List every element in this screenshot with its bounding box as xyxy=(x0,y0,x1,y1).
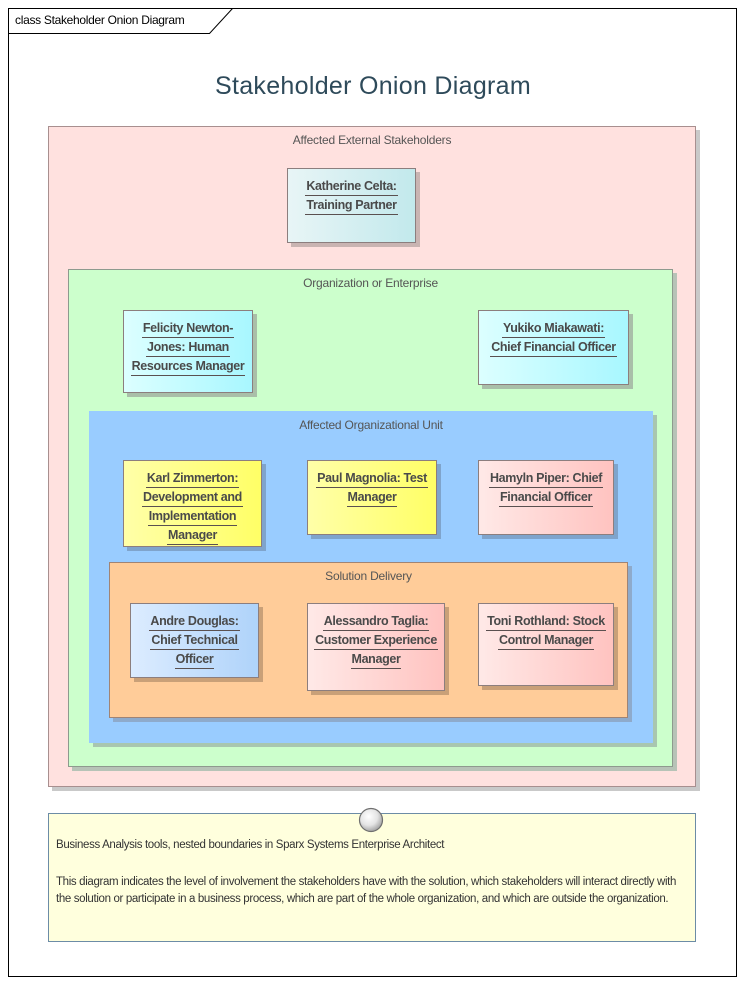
stakeholder-label-line: Customer Experience xyxy=(314,633,438,650)
frame-tab: class Stakeholder Onion Diagram xyxy=(8,8,233,34)
stakeholder-label-line: Chief Technical xyxy=(150,633,239,650)
stakeholder-label-line: Manager xyxy=(167,528,218,545)
stakeholder-label-line: Karl Zimmerton: xyxy=(145,471,240,488)
note-heading: Business Analysis tools, nested boundari… xyxy=(56,839,445,851)
stakeholder-label-line: Chief Financial Officer xyxy=(490,340,617,357)
stakeholder-label-line: Katherine Celta: xyxy=(305,179,398,196)
stakeholder-label-line: Alessandro Taglia: xyxy=(322,614,430,631)
stakeholder-alessandro-taglia[interactable]: Alessandro Taglia: Customer Experience M… xyxy=(307,603,445,691)
stakeholder-label-line: Financial Officer xyxy=(499,490,593,507)
stakeholder-label-line: Yukiko Miakawati: xyxy=(501,321,606,338)
stakeholder-label-line: Officer xyxy=(174,652,215,669)
stakeholder-andre-douglas[interactable]: Andre Douglas: Chief Technical Officer xyxy=(130,603,259,678)
stakeholder-label-line: Implementation xyxy=(147,509,238,526)
stakeholder-karl-zimmerton[interactable]: Karl Zimmerton: Development and Implemen… xyxy=(123,460,262,547)
boundary-label: Organization or Enterprise xyxy=(303,276,438,290)
boundary-label: Affected Organizational Unit xyxy=(299,418,443,432)
stakeholder-label-line: Paul Magnolia: Test xyxy=(316,471,428,488)
stakeholder-yukiko-miakawati[interactable]: Yukiko Miakawati: Chief Financial Office… xyxy=(478,310,629,385)
stakeholder-label-line: Resources Manager xyxy=(130,359,246,376)
stakeholder-toni-rothland[interactable]: Toni Rothland: Stock Control Manager xyxy=(478,603,614,686)
stakeholder-label-line: Andre Douglas: xyxy=(149,614,240,631)
note-body: This diagram indicates the level of invo… xyxy=(56,876,677,905)
stakeholder-paul-magnolia[interactable]: Paul Magnolia: Test Manager xyxy=(307,460,437,535)
stakeholder-label-line: Control Manager xyxy=(497,633,595,650)
stakeholder-label-line: Jones: Human xyxy=(146,340,230,357)
note-anchor-icon[interactable] xyxy=(358,807,384,833)
stakeholder-label-line: Manager xyxy=(350,652,402,669)
stakeholder-label-line: Hamyln Piper: Chief xyxy=(488,471,604,488)
stakeholder-label-line: Felicity Newton- xyxy=(141,321,235,338)
frame-tab-label: class Stakeholder Onion Diagram xyxy=(15,13,185,27)
diagram-title: Stakeholder Onion Diagram xyxy=(215,72,531,100)
stakeholder-hamyln-piper[interactable]: Hamyln Piper: Chief Financial Officer xyxy=(478,460,614,535)
stakeholder-label-line: Toni Rothland: Stock xyxy=(486,614,606,631)
stakeholder-label-line: Development and xyxy=(142,490,243,507)
boundary-label: Affected External Stakeholders xyxy=(292,133,452,147)
stakeholder-felicity-newton-jones[interactable]: Felicity Newton- Jones: Human Resources … xyxy=(123,310,253,393)
stakeholder-label-line: Training Partner xyxy=(305,198,398,215)
stakeholder-label-line: Manager xyxy=(346,490,398,507)
boundary-label: Solution Delivery xyxy=(325,569,412,583)
stakeholder-katherine-celta[interactable]: Katherine Celta: Training Partner xyxy=(287,168,416,243)
